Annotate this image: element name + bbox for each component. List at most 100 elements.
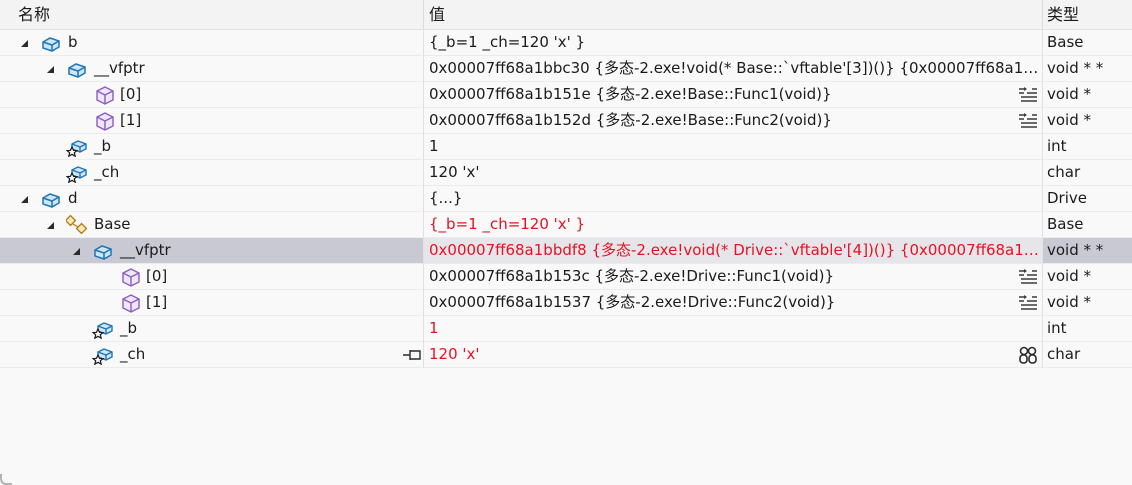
- visualizer-icon[interactable]: [1018, 268, 1038, 286]
- variable-type: Base: [1047, 215, 1084, 233]
- watch-row-vfptr-selected[interactable]: __vfptr 0x00007ff68a1bbdf8 {多态-2.exe!voi…: [0, 238, 1132, 264]
- base-class-icon: [66, 215, 88, 235]
- variable-value: {...}: [429, 189, 463, 207]
- value-cell[interactable]: 1: [424, 316, 1042, 341]
- variable-name: _b: [120, 319, 138, 337]
- visualizer-icon[interactable]: [1018, 294, 1038, 312]
- variable-type: char: [1047, 163, 1081, 181]
- pin-icon[interactable]: [402, 346, 422, 364]
- value-cell[interactable]: 0x00007ff68a1b1537 {多态-2.exe!Drive::Func…: [424, 290, 1042, 315]
- cell-divider: [1042, 290, 1043, 316]
- value-cell[interactable]: {_b=1 _ch=120 'x' }: [424, 30, 1042, 55]
- variable-value: {_b=1 _ch=120 'x' }: [429, 215, 586, 233]
- variable-type: Drive: [1047, 189, 1087, 207]
- variable-value: 1: [429, 319, 439, 337]
- value-cell[interactable]: 0x00007ff68a1b153c {多态-2.exe!Drive::Func…: [424, 264, 1042, 289]
- value-cell[interactable]: 0x00007ff68a1b152d {多态-2.exe!Base::Func2…: [424, 108, 1042, 133]
- value-cell[interactable]: 1: [424, 134, 1042, 159]
- variable-name: [1]: [146, 293, 168, 311]
- visualizer-icon[interactable]: [1018, 112, 1038, 130]
- variable-type: void *: [1047, 293, 1092, 311]
- collapse-triangle-icon[interactable]: [72, 247, 82, 257]
- variable-name: d: [68, 189, 78, 207]
- array-element-icon: [122, 268, 140, 287]
- cell-divider: [1042, 316, 1043, 342]
- cell-divider: [1042, 56, 1043, 82]
- watch-row-element-0[interactable]: [0] 0x00007ff68a1b151e {多态-2.exe!Base::F…: [0, 82, 1132, 108]
- variable-type: void * *: [1047, 59, 1104, 77]
- watch-row-b[interactable]: b {_b=1 _ch=120 'x' } Base: [0, 30, 1132, 56]
- watch-row-element-1[interactable]: [1] 0x00007ff68a1b1537 {多态-2.exe!Drive::…: [0, 290, 1132, 316]
- watch-row-d[interactable]: d {...} Drive: [0, 186, 1132, 212]
- variable-type: void *: [1047, 111, 1092, 129]
- value-cell[interactable]: 120 'x': [424, 160, 1042, 185]
- column-header-type[interactable]: 类型: [1047, 0, 1079, 29]
- cell-divider: [1042, 134, 1043, 160]
- cell-divider: [1042, 238, 1043, 264]
- value-cell[interactable]: 0x00007ff68a1b151e {多态-2.exe!Base::Func1…: [424, 82, 1042, 107]
- window-corner: [0, 474, 12, 485]
- column-divider[interactable]: [1042, 0, 1043, 29]
- value-cell[interactable]: 0x00007ff68a1bbdf8 {多态-2.exe!void(* Driv…: [424, 238, 1042, 263]
- cell-divider: [1042, 82, 1043, 108]
- cell-divider: [1042, 108, 1043, 134]
- variable-type: char: [1047, 345, 1081, 363]
- variable-value: 0x00007ff68a1b153c {多态-2.exe!Drive::Func…: [429, 267, 835, 285]
- variable-name: _b: [94, 137, 112, 155]
- watch-row-element-0[interactable]: [0] 0x00007ff68a1b153c {多态-2.exe!Drive::…: [0, 264, 1132, 290]
- variable-name: Base: [94, 215, 131, 233]
- variable-value: 1: [429, 137, 439, 155]
- variable-value: 120 'x': [429, 163, 480, 181]
- variable-name: _ch: [94, 163, 120, 181]
- object-cube-icon: [68, 63, 86, 78]
- watch-row-ch-member[interactable]: _ch 120 'x' char: [0, 160, 1132, 186]
- variable-value: {_b=1 _ch=120 'x' }: [429, 33, 586, 51]
- value-cell[interactable]: {...}: [424, 186, 1042, 211]
- cell-divider: [1042, 160, 1043, 186]
- column-divider[interactable]: [423, 0, 424, 29]
- watch-row-element-1[interactable]: [1] 0x00007ff68a1b152d {多态-2.exe!Base::F…: [0, 108, 1132, 134]
- value-cell[interactable]: 0x00007ff68a1bbc30 {多态-2.exe!void(* Base…: [424, 56, 1042, 81]
- visualizer-icon[interactable]: [1018, 86, 1038, 104]
- value-cell[interactable]: {_b=1 _ch=120 'x' }: [424, 212, 1042, 237]
- binary-view-icon[interactable]: [1018, 346, 1038, 364]
- watch-header: 名称 值 类型: [0, 0, 1132, 30]
- watch-row-ch-member[interactable]: _ch 120 'x' char: [0, 342, 1132, 368]
- member-field-icon: [92, 348, 113, 365]
- variable-type: int: [1047, 319, 1067, 337]
- variable-value: 0x00007ff68a1bbc30 {多态-2.exe!void(* Base…: [429, 59, 1039, 77]
- variable-value: 0x00007ff68a1b1537 {多态-2.exe!Drive::Func…: [429, 293, 836, 311]
- variable-type: void * *: [1047, 241, 1104, 259]
- cell-divider: [1042, 342, 1043, 368]
- member-field-icon: [66, 140, 87, 157]
- value-cell[interactable]: 120 'x': [424, 342, 1042, 367]
- collapse-triangle-icon[interactable]: [20, 39, 30, 49]
- member-field-icon: [66, 166, 87, 183]
- variable-name: _ch: [120, 345, 146, 363]
- variable-name: [0]: [146, 267, 168, 285]
- column-header-name[interactable]: 名称: [18, 0, 50, 29]
- variable-name: [0]: [120, 85, 142, 103]
- variable-name: b: [68, 33, 78, 51]
- collapse-triangle-icon[interactable]: [20, 195, 30, 205]
- watch-row-b-member[interactable]: _b 1 int: [0, 316, 1132, 342]
- array-element-icon: [122, 294, 140, 313]
- collapse-triangle-icon[interactable]: [46, 65, 56, 75]
- object-cube-icon: [42, 193, 60, 208]
- collapse-triangle-icon[interactable]: [46, 221, 56, 231]
- variable-value: 0x00007ff68a1b152d {多态-2.exe!Base::Func2…: [429, 111, 832, 129]
- variable-type: Base: [1047, 33, 1084, 51]
- member-field-icon: [92, 322, 113, 339]
- watch-row-base[interactable]: Base {_b=1 _ch=120 'x' } Base: [0, 212, 1132, 238]
- array-element-icon: [96, 112, 114, 131]
- object-cube-icon: [42, 37, 60, 52]
- watch-row-vfptr[interactable]: __vfptr 0x00007ff68a1bbc30 {多态-2.exe!voi…: [0, 56, 1132, 82]
- cell-divider: [1042, 212, 1043, 238]
- variable-value: 120 'x': [429, 345, 480, 363]
- variable-type: void *: [1047, 267, 1092, 285]
- watch-row-b-member[interactable]: _b 1 int: [0, 134, 1132, 160]
- variable-name: __vfptr: [94, 59, 145, 77]
- array-element-icon: [96, 86, 114, 105]
- cell-divider: [1042, 186, 1043, 212]
- column-header-value[interactable]: 值: [429, 0, 445, 29]
